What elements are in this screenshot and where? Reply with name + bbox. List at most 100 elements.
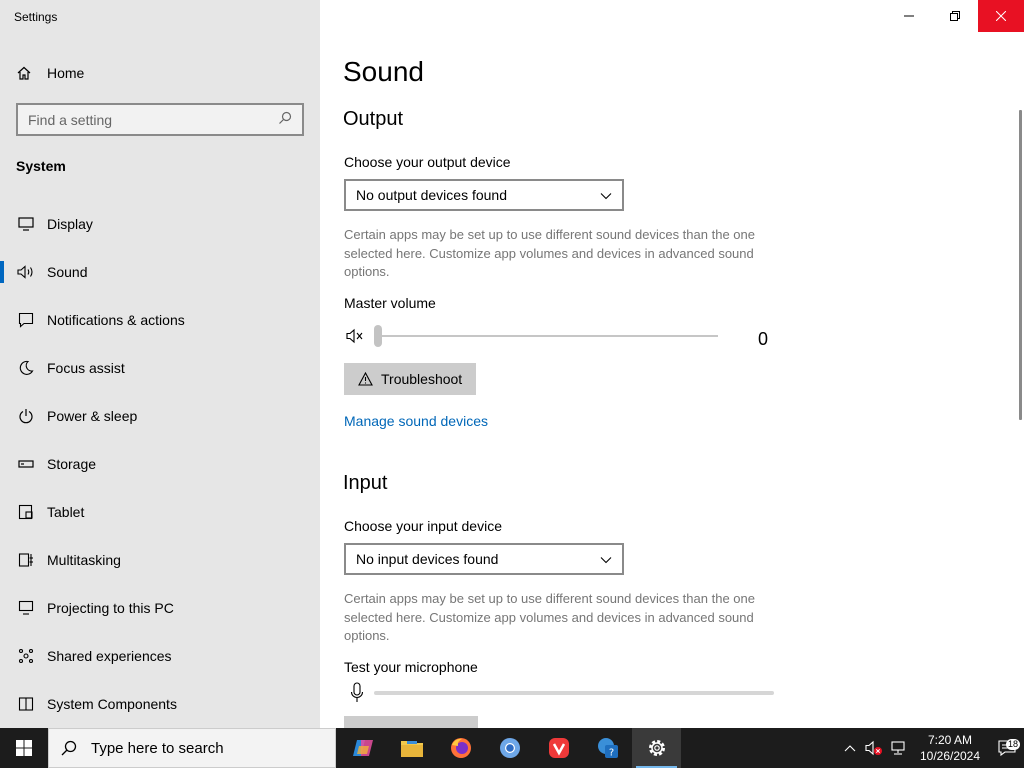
speaker-icon: [17, 263, 35, 281]
volume-value: 0: [758, 329, 769, 349]
svg-text:?: ?: [608, 748, 613, 759]
windows-icon: [16, 740, 32, 756]
clock-date: 10/26/2024: [919, 749, 981, 763]
firefox-icon: [450, 738, 471, 758]
notification-icon: [17, 311, 35, 329]
sidebar-item-label: Storage: [47, 456, 97, 472]
sidebar-item-label: Tablet: [47, 504, 85, 520]
sidebar-item-sound[interactable]: Sound: [0, 248, 320, 296]
tablet-icon: [17, 503, 35, 521]
volume-muted-icon[interactable]: [862, 740, 886, 756]
output-heading: Output: [343, 108, 404, 130]
input-device-label: Choose your input device: [344, 518, 502, 534]
start-button[interactable]: [0, 728, 48, 768]
clock[interactable]: 7:20 AM 10/26/2024: [914, 732, 986, 764]
chevron-up-icon[interactable]: [838, 744, 862, 752]
taskbar-app-settings[interactable]: [632, 728, 681, 768]
microphone-icon: [350, 682, 364, 709]
volume-slider-thumb[interactable]: [374, 325, 382, 347]
troubleshoot-button[interactable]: Troubleshoot: [344, 363, 477, 395]
sidebar-item-multitasking[interactable]: Multitasking: [0, 536, 320, 584]
close-button[interactable]: [978, 0, 1024, 32]
sidebar-item-system-components[interactable]: System Components: [0, 680, 320, 728]
volume-slider-track[interactable]: [378, 335, 718, 337]
chevron-down-icon: [600, 551, 612, 567]
sidebar-item-focus-assist[interactable]: Focus assist: [0, 344, 320, 392]
master-volume-row: [344, 324, 784, 350]
taskbar-app-firefox[interactable]: [436, 728, 485, 768]
sidebar-item-storage[interactable]: Storage: [0, 440, 320, 488]
microphone-level-row: [344, 682, 784, 704]
taskbar-search-placeholder: Type here to search: [91, 739, 224, 757]
manage-sound-devices-link[interactable]: Manage sound devices: [344, 413, 488, 429]
monitor-icon: [17, 215, 35, 233]
active-indicator: [0, 261, 4, 283]
scrollbar[interactable]: [1019, 110, 1022, 420]
sidebar-item-power-sleep[interactable]: Power & sleep: [0, 392, 320, 440]
home-label: Home: [47, 65, 85, 81]
sidebar-item-label: Power & sleep: [47, 408, 138, 424]
test-microphone-label: Test your microphone: [344, 659, 478, 675]
sidebar-item-label: Sound: [47, 264, 88, 280]
restore-button[interactable]: [932, 0, 978, 32]
projecting-icon: [17, 599, 35, 617]
input-heading: Input: [343, 472, 388, 494]
sidebar-item-display[interactable]: Display: [0, 200, 320, 248]
copilot-icon: [352, 740, 373, 756]
system-tray: 7:20 AM 10/26/2024 18: [838, 728, 1024, 768]
taskbar-search[interactable]: Type here to search: [48, 728, 336, 768]
page-title: Sound: [343, 56, 424, 87]
notification-center-button[interactable]: 18: [990, 739, 1024, 756]
gear-icon: [648, 740, 665, 756]
section-label: System: [16, 158, 66, 174]
output-device-dropdown[interactable]: No output devices found: [344, 179, 624, 211]
taskbar: Type here to search ? 7:20 AM 10/26/2024…: [0, 728, 1024, 768]
sidebar-item-label: Projecting to this PC: [47, 600, 174, 616]
moon-icon: [17, 359, 35, 377]
network-icon[interactable]: [886, 740, 910, 756]
sidebar-item-label: Multitasking: [47, 552, 121, 568]
power-icon: [17, 407, 35, 425]
output-device-value: No output devices found: [356, 187, 507, 203]
sidebar-item-label: System Components: [47, 696, 177, 712]
troubleshoot-label: Troubleshoot: [381, 371, 463, 387]
taskbar-app-copilot[interactable]: [338, 728, 387, 768]
sidebar-nav: Display Sound Notifications & actions Fo…: [0, 200, 320, 728]
components-icon: [17, 695, 35, 713]
help-icon: ?: [597, 738, 618, 759]
input-device-value: No input devices found: [356, 551, 499, 567]
taskbar-app-file-explorer[interactable]: [387, 728, 436, 768]
taskbar-app-vivaldi[interactable]: [534, 728, 583, 768]
restore-icon: [950, 11, 960, 21]
clock-time: 7:20 AM: [927, 733, 973, 747]
multitasking-icon: [17, 551, 35, 569]
shared-icon: [17, 647, 35, 665]
mute-icon[interactable]: [346, 328, 366, 348]
sidebar-item-notifications[interactable]: Notifications & actions: [0, 296, 320, 344]
settings-search-input[interactable]: [28, 111, 278, 128]
minimize-button[interactable]: [886, 0, 932, 32]
sidebar-item-tablet[interactable]: Tablet: [0, 488, 320, 536]
output-description: Certain apps may be set up to use differ…: [344, 227, 755, 279]
home-icon: [16, 65, 34, 81]
input-description: Certain apps may be set up to use differ…: [344, 591, 755, 643]
sidebar: Settings Home System Display Sound Notif…: [0, 0, 320, 728]
output-device-label: Choose your output device: [344, 154, 511, 170]
taskbar-app-help[interactable]: ?: [583, 728, 632, 768]
main-content: Sound Output Choose your output device N…: [320, 0, 1024, 728]
sidebar-item-projecting[interactable]: Projecting to this PC: [0, 584, 320, 632]
sidebar-home[interactable]: Home: [16, 62, 84, 84]
input-device-dropdown[interactable]: No input devices found: [344, 543, 624, 575]
sidebar-item-label: Focus assist: [47, 360, 125, 376]
taskbar-app-chromium[interactable]: [485, 728, 534, 768]
sidebar-item-shared-experiences[interactable]: Shared experiences: [0, 632, 320, 680]
notification-count-badge: 18: [1005, 739, 1020, 750]
start-test-button[interactable]: [344, 716, 478, 728]
search-icon[interactable]: [278, 111, 292, 128]
app-title: Settings: [14, 10, 58, 24]
settings-search[interactable]: [16, 103, 304, 136]
chromium-icon: [499, 738, 520, 758]
folder-icon: [400, 741, 423, 757]
minimize-icon: [904, 15, 914, 17]
close-icon: [996, 11, 1006, 21]
